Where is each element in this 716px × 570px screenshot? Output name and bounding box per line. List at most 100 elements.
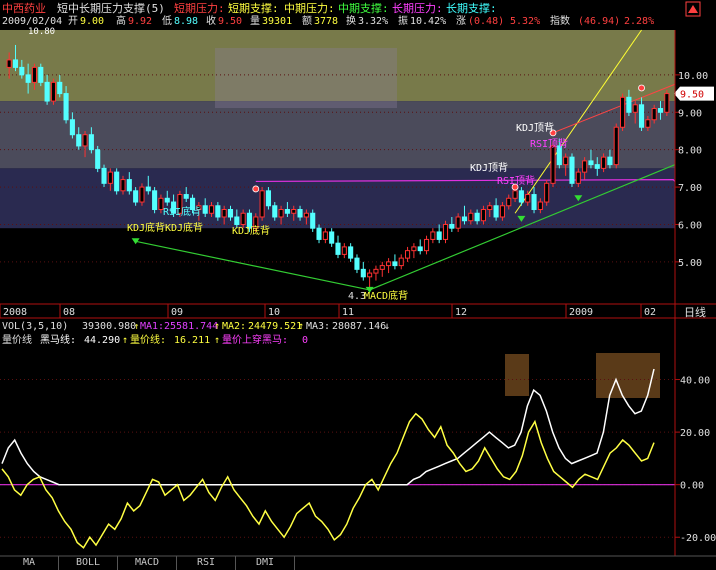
annotation-rsi-bottom: RSI底背 [163,205,201,218]
candle-body [607,156,613,166]
candle-body [506,197,512,207]
candle-body [12,59,19,68]
vp-arrow-icon: ↑ [214,335,220,346]
candle-body [76,134,82,147]
tab-rsi[interactable]: RSI [177,556,236,570]
candle-body [468,212,474,222]
turnover-value: 3.32% [358,16,388,27]
candle-body [19,66,25,76]
top-divergence-marker [638,84,645,92]
candle-body [316,227,322,240]
indicator-axis: 40.00 20.00 0.00 -20.00 [675,376,716,544]
support-trendline-down [135,240,370,291]
candle-body [63,93,69,121]
candle-body [638,104,645,128]
tab-boll[interactable]: BOLL [59,556,118,570]
candle-body [620,96,626,128]
candle-body [297,209,303,218]
annotation-kdj-bottom1: KDJ底背 [127,221,165,234]
open-label: 开 [68,16,78,27]
tab-dmi[interactable]: DMI [236,556,295,570]
legend-mid-press: 中期压力: [284,2,335,15]
candle-body [594,164,600,169]
amplitude-label: 振 [398,14,408,27]
candle-body [455,216,461,229]
signal-box-2 [596,353,660,398]
candle-body [550,145,556,184]
candle-body [360,268,366,278]
candle-body [392,261,398,267]
last-price-label: 9.50 [680,90,704,101]
candle-body [531,194,537,211]
candle-body [582,160,588,173]
annotation-kdj-top2: KDJ顶背 [516,121,554,134]
candle-body [95,149,101,169]
candle-body [512,190,518,199]
index-value: (46.94) [578,16,620,27]
high-label: 高 [116,14,126,27]
candle-body [126,179,132,192]
candle-body [499,205,505,218]
candle-body [341,246,347,255]
indicator-tick-label: 0.00 [680,481,704,492]
candle-body [651,108,657,121]
index-pct: 2.28% [624,16,654,27]
legend-long-support: 长期支撑: [446,1,497,15]
period-label[interactable]: 日线 [684,305,706,319]
legend-mid-support: 中期支撑: [338,1,389,15]
legend-short-press: 短期压力: [174,1,225,15]
up-arrow-icon[interactable] [685,1,701,17]
vol-value: 39300.980 [82,321,136,332]
candle-body [423,238,430,252]
price-tick-label: 7.00 [678,183,702,194]
cross-label: 量价上穿黑马: [222,333,288,346]
high-value: 9.92 [128,16,152,27]
candle-body [6,59,12,68]
candle-body [379,265,385,270]
top-divergence-marker [252,185,260,193]
candle-body [405,250,411,259]
peak-price-label: 10.80 [28,27,55,37]
time-tick-label: 08 [63,307,75,318]
indicator-pane: 40.00 20.00 0.00 -20.00 [0,353,716,549]
header-row-2: 2009/02/04 开 9.00 高 9.92 低 8.98 收 9.50 量… [2,14,654,27]
candle-body [575,171,581,184]
annotation-rsi-top2: RSI顶背 [530,137,568,150]
amount-value: 3778 [314,16,338,27]
candle-body [322,231,328,240]
low-value: 8.98 [174,16,198,27]
candle-body [38,66,44,83]
indicator-title: 量价线 [2,333,32,346]
candle-body [613,126,619,166]
candle-body [265,190,271,207]
candle-body [120,179,126,192]
annotation-rsi-top1: RSI顶背 [497,174,535,187]
candle-body [436,231,442,240]
candle-body [354,257,360,270]
candle-body [442,223,449,240]
candle-body [645,119,651,128]
ma3-arrow-icon: ↓ [384,321,390,332]
chart-canvas[interactable]: 中西药业 短中长期压力支撑(5) 短期压力: 短期支撑: 中期压力: 中期支撑:… [0,0,716,570]
candle-body [25,74,31,83]
candle-body [82,134,88,147]
vol-label: VOL(3,5,10) [2,321,68,332]
candle-body [632,104,638,113]
black-horse-value: 44.290 [84,335,120,346]
candle-body [133,190,139,203]
vp-label: 量价线: [130,333,166,346]
indicator-name: 短中长期压力支撑(5) [57,1,165,15]
candle-body [57,81,63,95]
vol-arrow-icon: ↑ [134,322,139,332]
candle-body [474,212,480,222]
annotation-kdj-top1: KDJ顶背 [470,161,508,174]
tab-macd[interactable]: MACD [118,556,177,570]
price-tick-label: 6.00 [678,220,702,231]
candle-body [50,81,56,102]
candle-body [44,81,50,102]
header-row-1: 中西药业 短中长期压力支撑(5) 短期压力: 短期支撑: 中期压力: 中期支撑:… [2,1,497,15]
indicator-info-row: 量价线 黑马线: 44.290 ↑ 量价线: 16.211 ↑ 量价上穿黑马: … [2,333,308,346]
candle-body [259,190,265,218]
candle-body [664,93,670,113]
tab-ma[interactable]: MA [0,556,59,570]
